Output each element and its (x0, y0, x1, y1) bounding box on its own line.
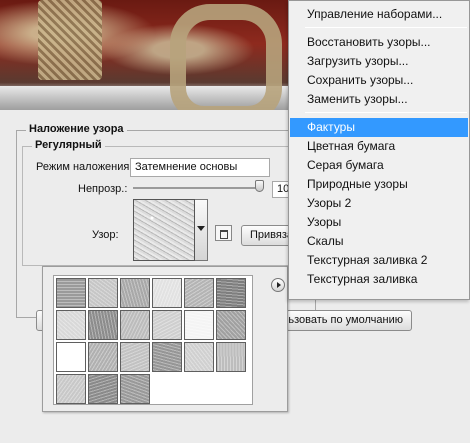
pattern-7-tile[interactable] (56, 310, 86, 340)
menu-item[interactable]: Восстановить узоры... (290, 33, 468, 52)
menu-item[interactable]: Текстурная заливка 2 (290, 251, 468, 270)
pattern-4-tile[interactable] (152, 278, 182, 308)
pattern-picker-panel (42, 266, 288, 412)
pattern-dropdown-arrow-icon[interactable] (195, 199, 208, 261)
menu-separator (305, 27, 467, 28)
pattern-10-tile[interactable] (152, 310, 182, 340)
pattern-2-tile[interactable] (88, 278, 118, 308)
pattern-swatch[interactable] (133, 199, 195, 261)
pattern-18-tile[interactable] (216, 342, 246, 372)
new-preset-icon[interactable] (215, 225, 232, 241)
blend-mode-label: Режим наложения: (36, 161, 133, 173)
reset-to-default-button[interactable]: Использовать по умолчанию (286, 310, 412, 331)
pattern-14-tile[interactable] (88, 342, 118, 372)
pattern-15-tile[interactable] (120, 342, 150, 372)
pattern-12-tile[interactable] (216, 310, 246, 340)
pattern-9-tile[interactable] (120, 310, 150, 340)
regular-group-title: Регулярный (32, 139, 105, 151)
snap-to-origin-button[interactable]: Привязать к началу (241, 225, 293, 246)
picker-menu-arrow-icon[interactable] (271, 278, 285, 292)
opacity-slider[interactable] (133, 187, 263, 189)
artwork-reflection (0, 86, 288, 110)
pattern-overlay-title: Наложение узора (26, 123, 127, 135)
menu-item[interactable]: Природные узоры (290, 175, 468, 194)
menu-item[interactable]: Серая бумага (290, 156, 468, 175)
menu-item[interactable]: Текстурная заливка (290, 270, 468, 289)
menu-item[interactable]: Сохранить узоры... (290, 71, 468, 90)
pattern-label: Узор: (92, 229, 119, 241)
menu-item[interactable]: Узоры (290, 213, 468, 232)
pattern-13-tile[interactable] (56, 342, 86, 372)
menu-item[interactable]: Скалы (290, 232, 468, 251)
pattern-5-tile[interactable] (184, 278, 214, 308)
menu-item[interactable]: Заменить узоры... (290, 90, 468, 109)
opacity-label: Непрозр.: (78, 183, 128, 195)
menu-separator (305, 112, 467, 113)
pattern-20-tile[interactable] (88, 374, 118, 404)
artwork-banner (0, 0, 288, 110)
pattern-8-tile[interactable] (88, 310, 118, 340)
pattern-19-tile[interactable] (56, 374, 86, 404)
pattern-21-tile[interactable] (120, 374, 150, 404)
pattern-11-tile[interactable] (184, 310, 214, 340)
picker-context-menu: Управление наборами... Восстановить узоры… (288, 0, 470, 300)
pattern-6-tile[interactable] (216, 278, 246, 308)
pattern-grid (53, 275, 253, 405)
pattern-1-tile[interactable] (56, 278, 86, 308)
pattern-16-tile[interactable] (152, 342, 182, 372)
menu-item[interactable]: Цветная бумага (290, 137, 468, 156)
menu-item[interactable]: Фактуры (290, 118, 468, 137)
menu-item[interactable]: Загрузить узоры... (290, 52, 468, 71)
blend-mode-select[interactable]: Затемнение основы (130, 158, 270, 177)
menu-item[interactable]: Управление наборами... (290, 5, 468, 24)
opacity-slider-thumb[interactable] (255, 180, 264, 192)
pattern-3-tile[interactable] (120, 278, 150, 308)
pattern-17-tile[interactable] (184, 342, 214, 372)
menu-item[interactable]: Узоры 2 (290, 194, 468, 213)
